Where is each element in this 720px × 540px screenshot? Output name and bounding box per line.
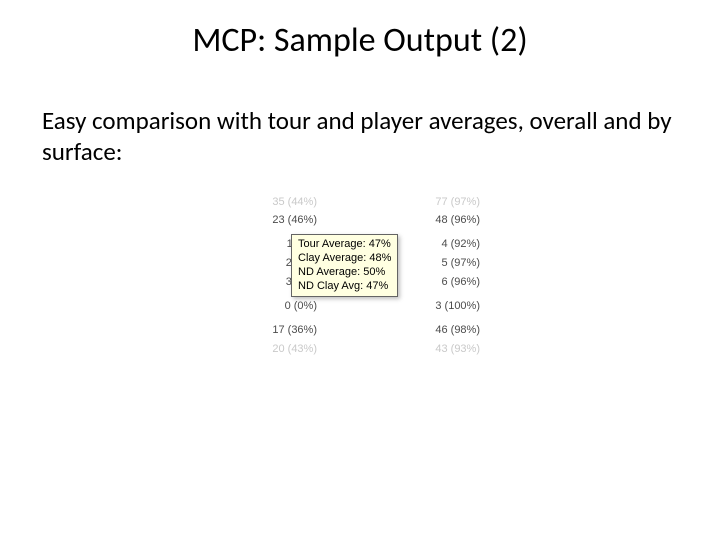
col-right-value: 43 (93%) [435,343,480,355]
tooltip-line: Clay Average: 48% [298,251,391,265]
hover-tooltip: Tour Average: 47% Clay Average: 48% ND A… [291,234,398,297]
data-row: 23 (46%) 48 (96%) [229,214,492,228]
col-right-value: 77 (97%) [435,196,480,208]
tooltip-line: ND Average: 50% [298,265,391,279]
col-right-value: 3 (100%) [435,300,480,312]
col-left-value: 20 (43%) [272,343,317,355]
data-row: 20 (43%) 43 (93%) [229,343,492,357]
data-row: 17 (36%) 46 (98%) [229,324,492,338]
col-left-value: 23 (46%) [272,214,317,226]
data-row: 35 (44%) 77 (97%) [229,196,492,210]
col-left-value: 35 (44%) [272,196,317,208]
tooltip-line: Tour Average: 47% [298,237,391,251]
data-row: 0 (0%) 3 (100%) [229,300,492,314]
slide-title: MCP: Sample Output (2) [0,20,720,61]
tooltip-line: ND Clay Avg: 47% [298,279,391,293]
col-left-value: 17 (36%) [272,324,317,336]
col-left-value: 0 (0%) [285,300,317,312]
tooltip-screenshot: 35 (44%)77 (97%)23 (46%)48 (96%)11 (424 … [229,196,492,406]
col-right-value: 46 (98%) [435,324,480,336]
slide-body-text: Easy comparison with tour and player ave… [42,106,682,167]
col-right-value: 5 (97%) [441,257,480,269]
col-right-value: 6 (96%) [441,276,480,288]
col-right-value: 48 (96%) [435,214,480,226]
col-right-value: 4 (92%) [441,238,480,250]
